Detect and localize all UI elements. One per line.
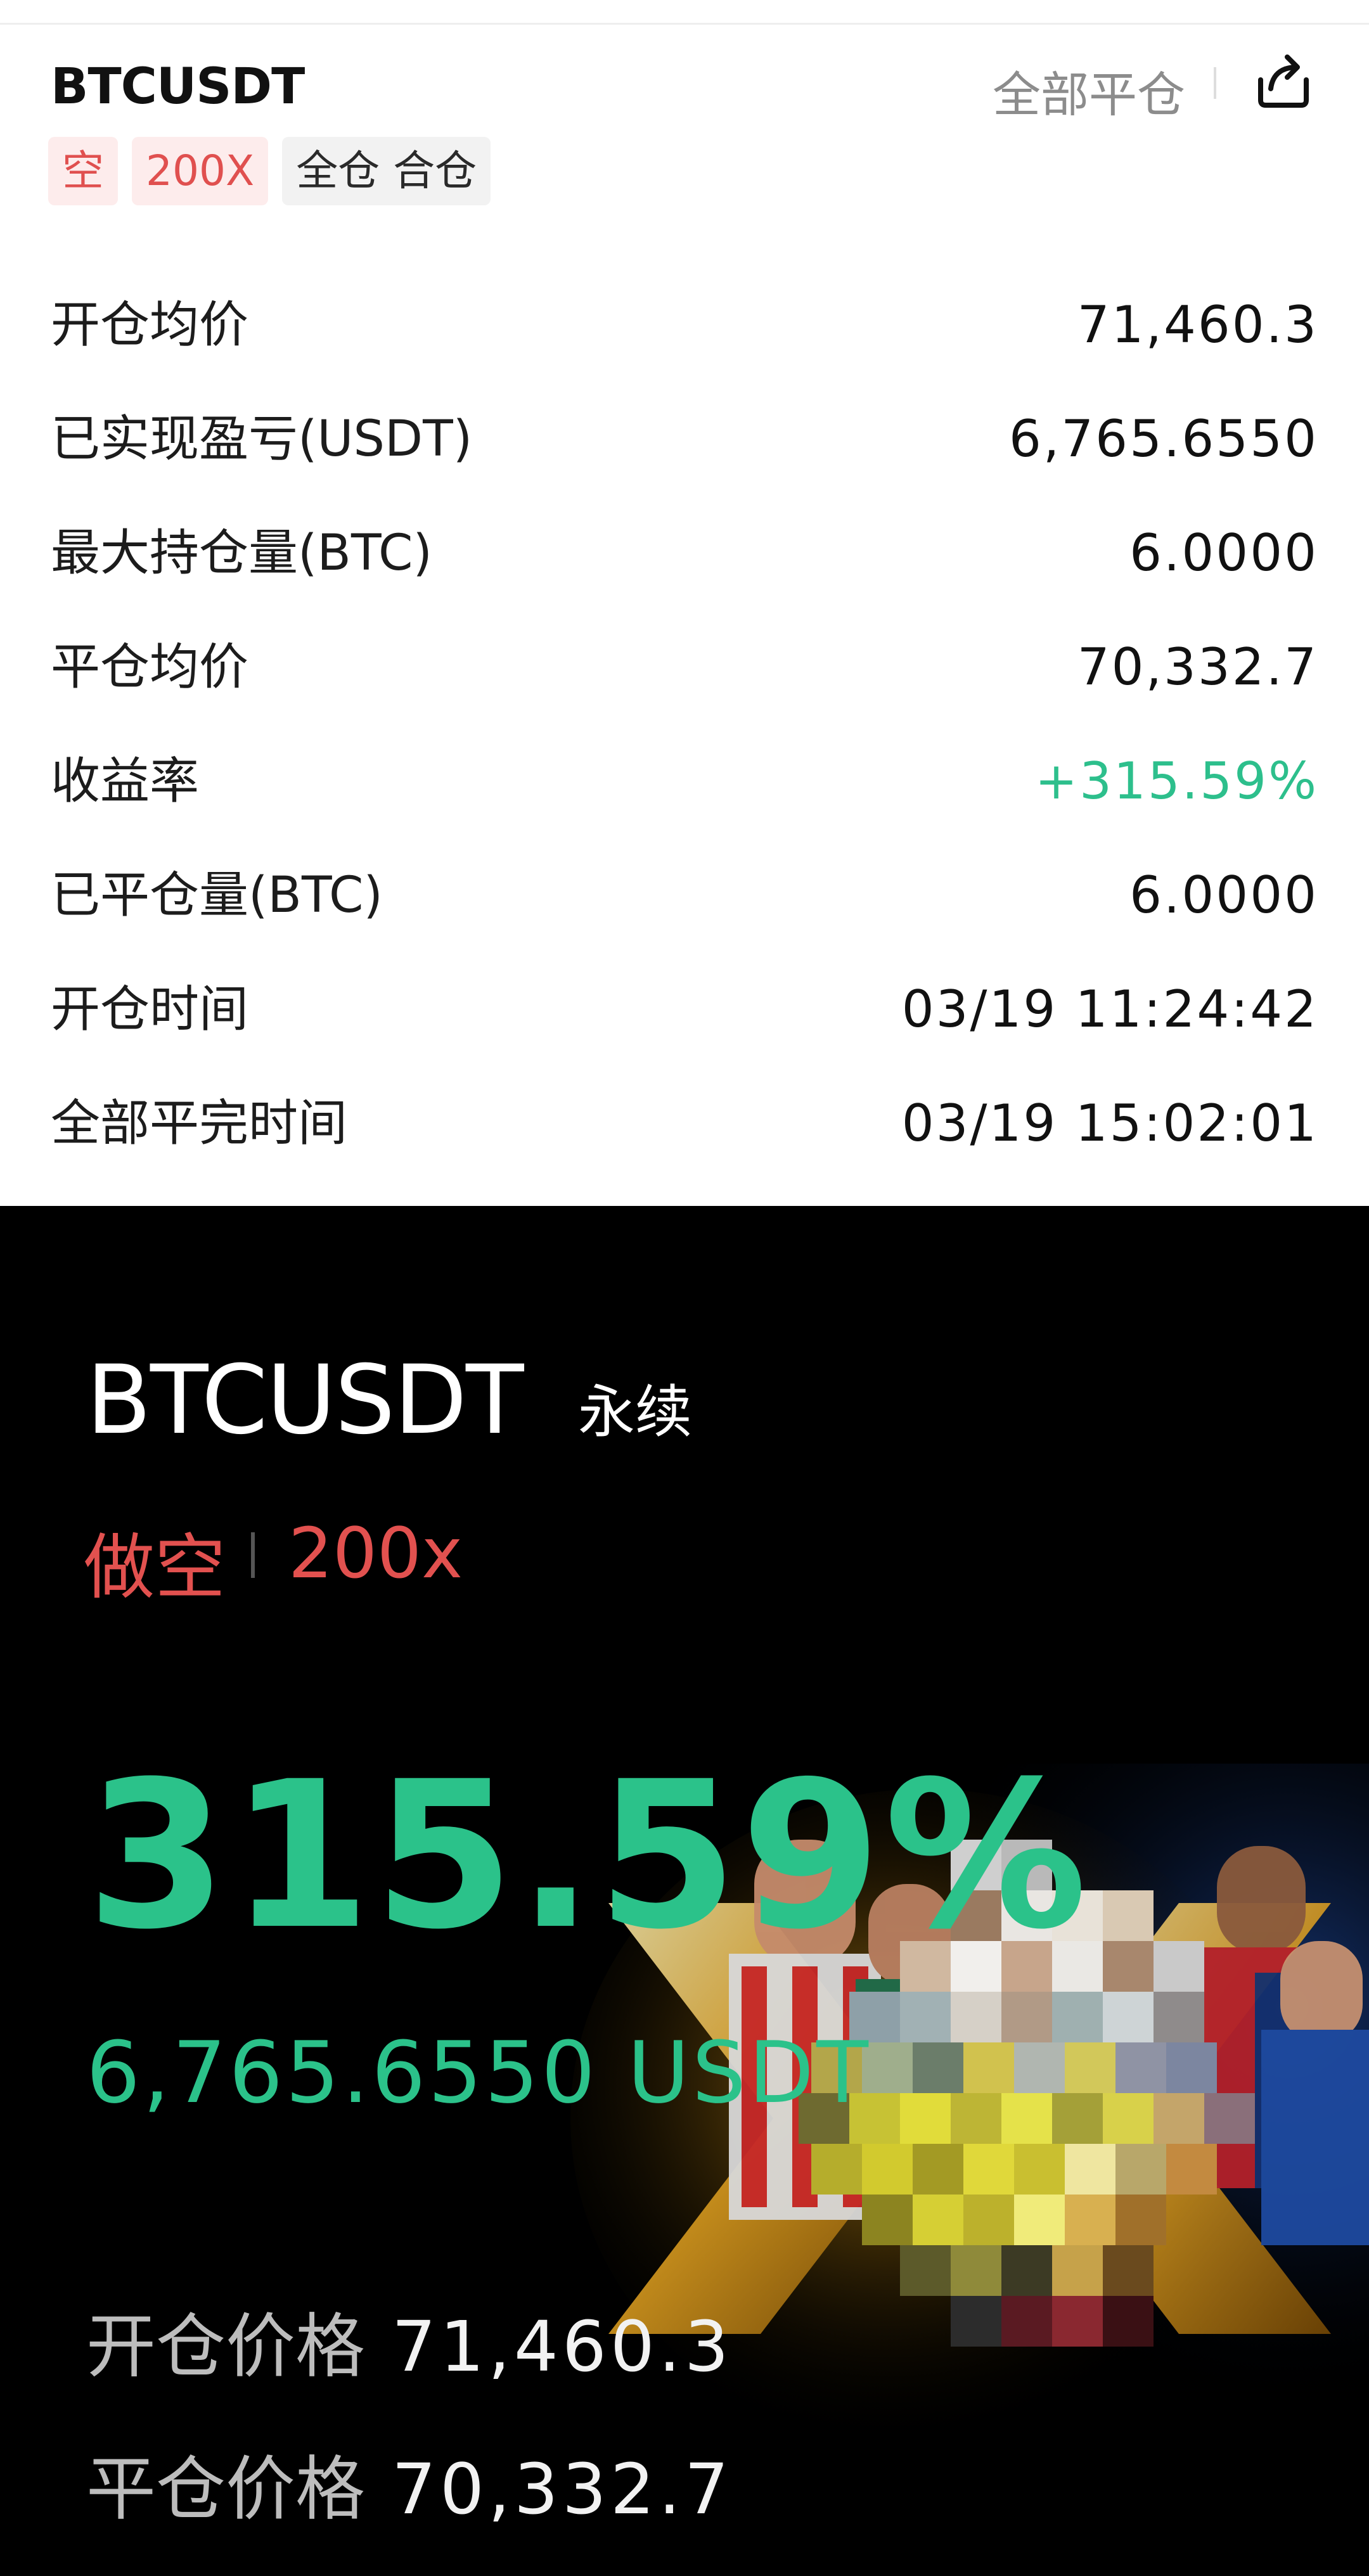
leverage-tag: 200X — [132, 137, 269, 205]
detail-row: 已实现盈亏(USDT) 6,765.6550 — [51, 404, 1318, 474]
divider — [0, 23, 1369, 25]
direction-tag: 空 — [48, 137, 118, 205]
detail-label: 全部平完时间 — [51, 1095, 348, 1152]
position-symbol: BTCUSDT — [51, 58, 305, 115]
detail-row: 最大持仓量(BTC) 6.0000 — [51, 518, 1318, 588]
margin-mode-tag: 全仓 合仓 — [282, 137, 491, 205]
detail-label: 最大持仓量(BTC) — [51, 525, 432, 582]
position-detail-panel: BTCUSDT 全部平仓 空 200X 全仓 合仓 开仓均价 71,460.3 … — [0, 0, 1369, 1206]
detail-row: 收益率 +315.59% — [51, 747, 1318, 816]
poster-leverage: 200x — [288, 1513, 463, 1594]
detail-row: 开仓均价 71,460.3 — [51, 290, 1318, 360]
detail-label: 已实现盈亏(USDT) — [51, 411, 473, 468]
poster-close-price: 70,332.7 — [392, 2449, 733, 2530]
detail-value: 6,765.6550 — [1008, 409, 1318, 468]
detail-value: 6.0000 — [1129, 866, 1318, 925]
poster-close-price-row: 平仓价格 70,332.7 — [86, 2432, 733, 2534]
detail-label: 已平仓量(BTC) — [51, 867, 383, 924]
detail-label: 开仓均价 — [51, 297, 249, 354]
divider — [1214, 67, 1216, 99]
poster-contract-type: 永续 — [578, 1379, 692, 1445]
detail-value: 03/19 15:02:01 — [901, 1094, 1318, 1153]
detail-label: 开仓时间 — [51, 981, 249, 1038]
detail-value: 71,460.3 — [1077, 295, 1318, 354]
detail-value: 03/19 11:24:42 — [901, 980, 1318, 1039]
poster-open-price: 71,460.3 — [392, 2306, 733, 2387]
detail-row: 平仓均价 70,332.7 — [51, 632, 1318, 702]
position-tags: 空 200X 全仓 合仓 — [48, 137, 491, 205]
poster-symbol: BTCUSDT — [86, 1345, 524, 1456]
detail-row: 已平仓量(BTC) 6.0000 — [51, 861, 1318, 930]
poster-pnl: 6,765.6550 USDT — [86, 2023, 871, 2122]
poster-open-price-label: 开仓价格 — [86, 2306, 365, 2387]
detail-row: 全部平完时间 03/19 15:02:01 — [51, 1089, 1318, 1158]
share-icon[interactable] — [1252, 49, 1315, 113]
poster-direction: 做空 — [84, 1527, 226, 1609]
detail-value: 70,332.7 — [1077, 638, 1318, 696]
divider — [251, 1532, 255, 1578]
detail-value: 6.0000 — [1129, 523, 1318, 582]
close-all-button[interactable]: 全部平仓 — [993, 56, 1185, 125]
poster-roi: 315.59% — [86, 1738, 1090, 1974]
detail-label: 收益率 — [51, 753, 200, 810]
detail-row: 开仓时间 03/19 11:24:42 — [51, 975, 1318, 1044]
poster-close-price-label: 平仓价格 — [86, 2449, 365, 2530]
share-poster: BTCUSDT 永续 做空 200x 315.59% 6,765.6550 US… — [0, 1206, 1369, 2576]
detail-label: 平仓均价 — [51, 639, 249, 696]
poster-open-price-row: 开仓价格 71,460.3 — [86, 2290, 733, 2391]
roi-value: +315.59% — [1035, 752, 1318, 811]
